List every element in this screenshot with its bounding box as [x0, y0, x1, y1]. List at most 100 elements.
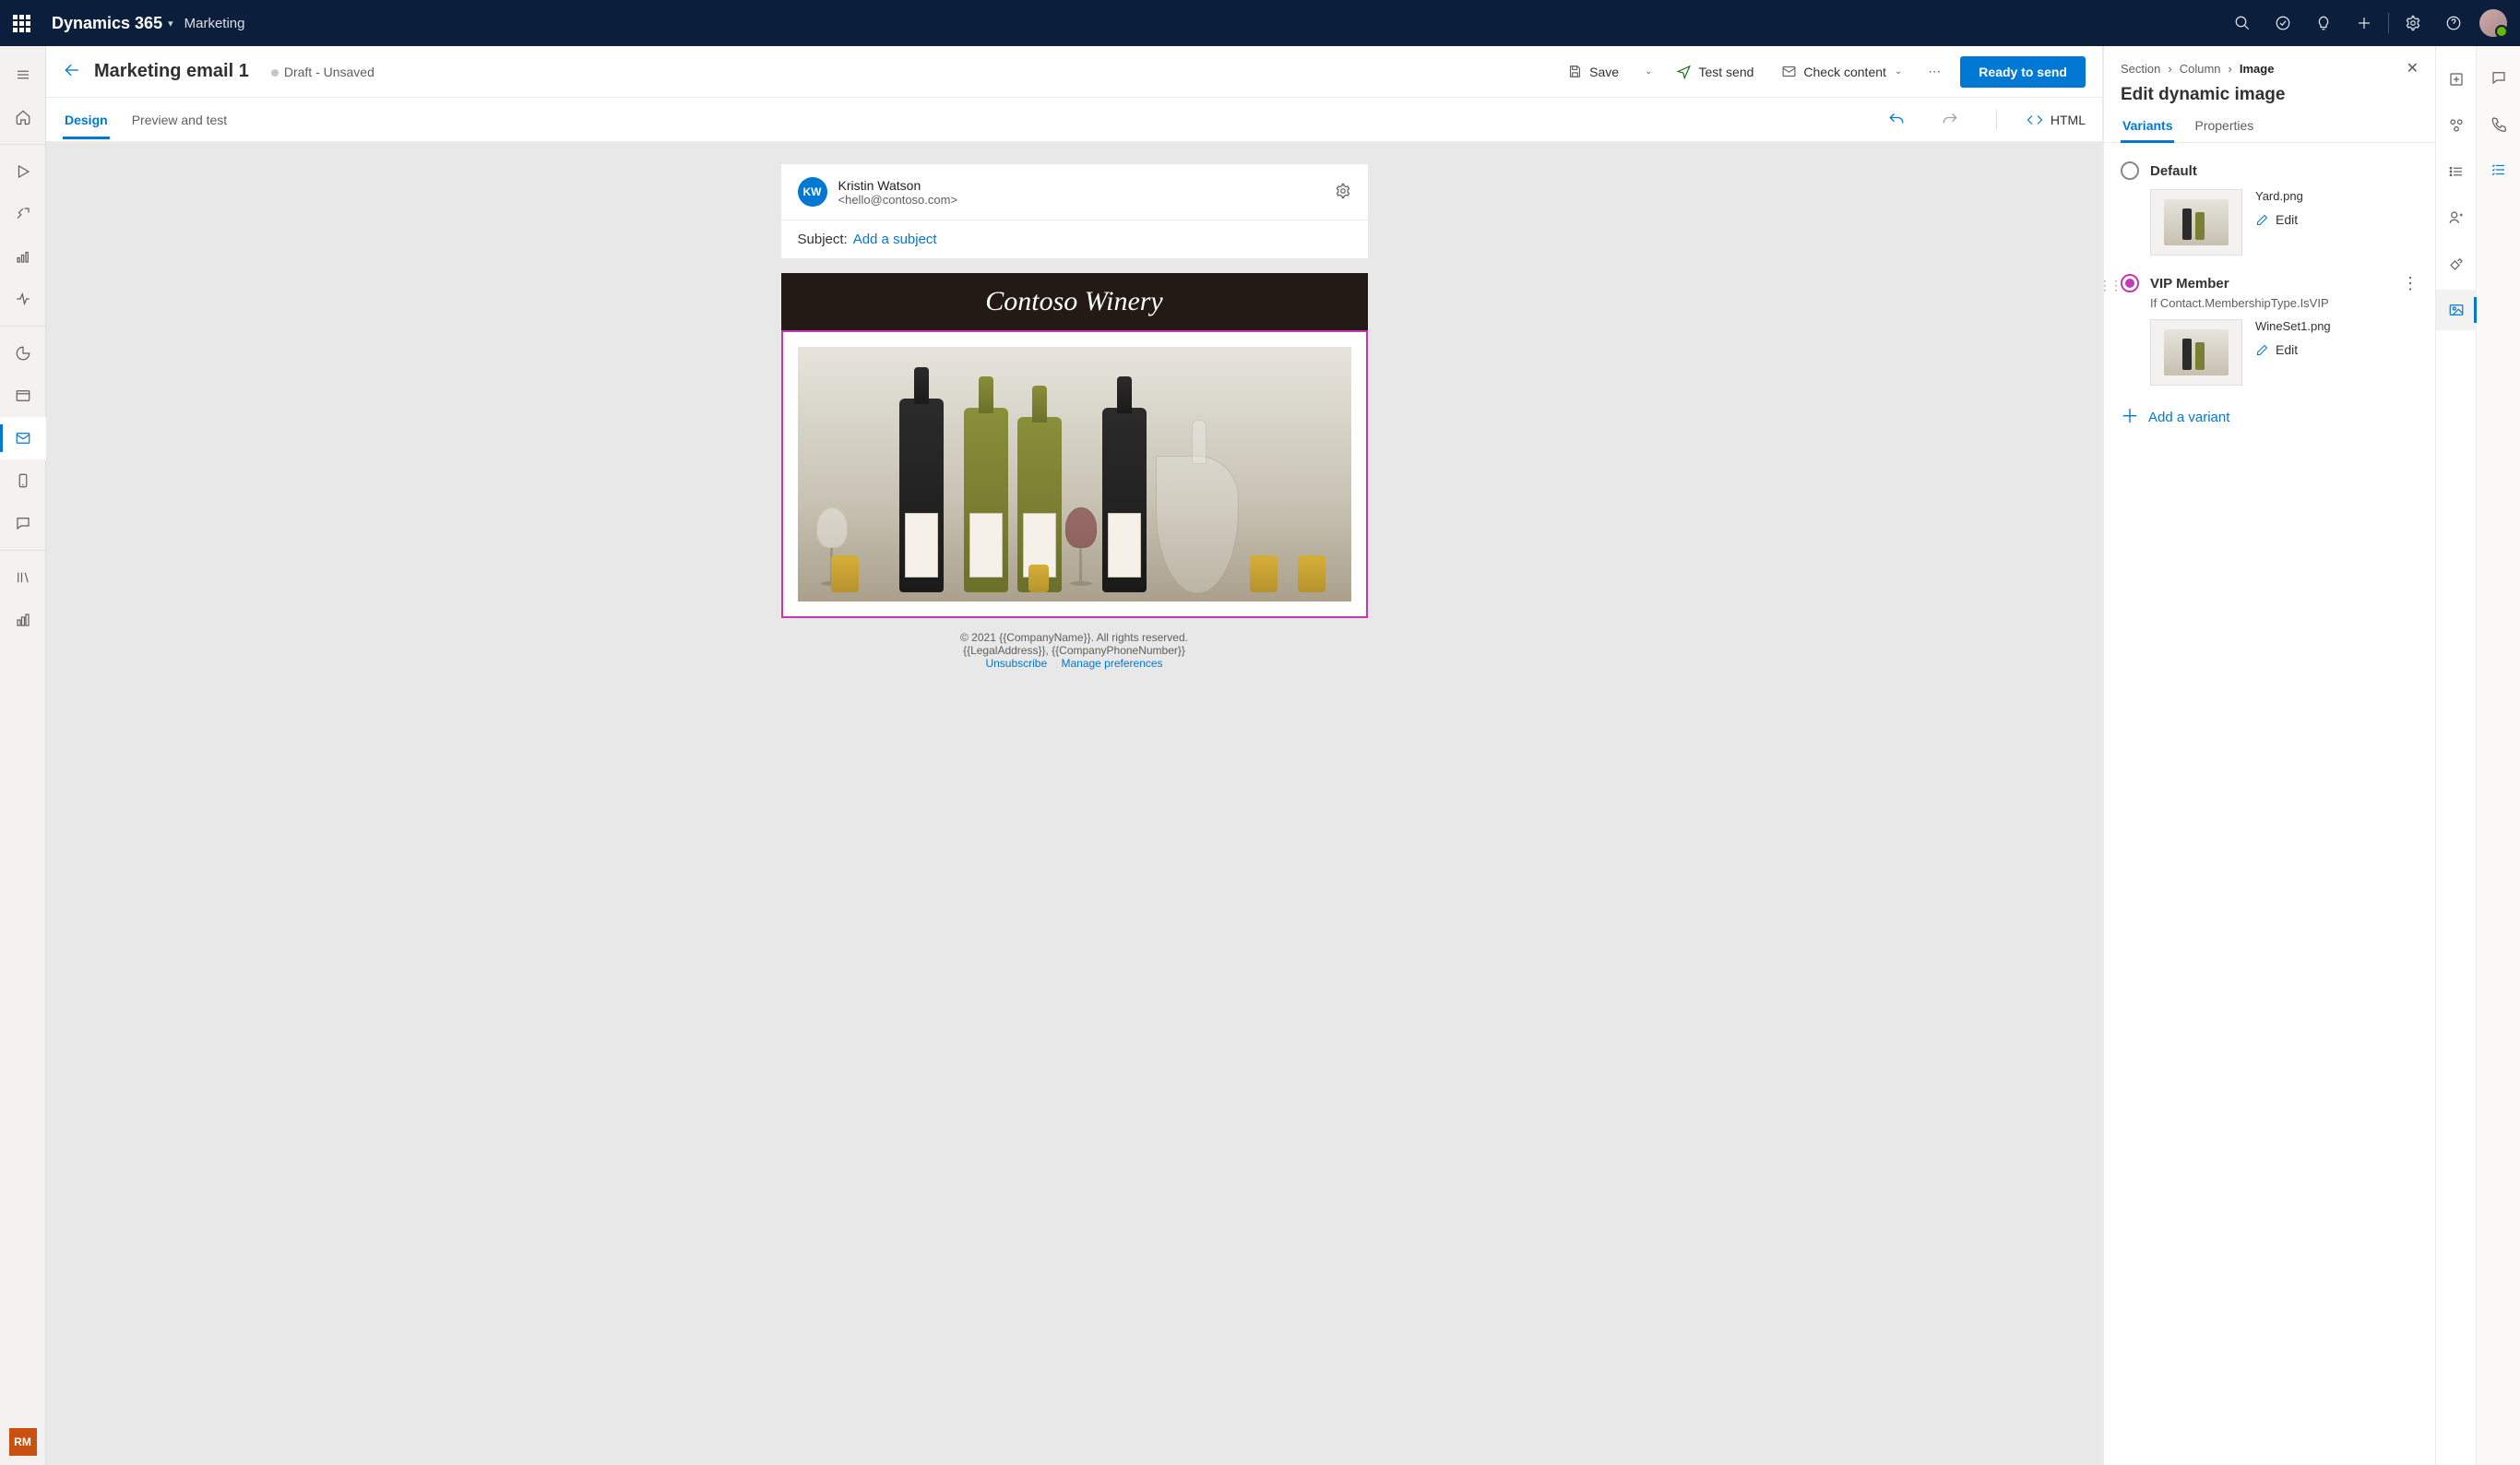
radio-unchecked-icon[interactable] — [2121, 161, 2139, 180]
email-header: KW Kristin Watson <hello@contoso.com> — [781, 164, 1368, 220]
search-icon[interactable] — [2222, 0, 2263, 46]
variant-more-icon[interactable]: ⋮ — [2402, 274, 2419, 293]
area-name[interactable]: Marketing — [184, 16, 245, 31]
designer-tabs: Design Preview and test HTML — [46, 98, 2102, 142]
nav-triggers-icon[interactable] — [0, 278, 46, 320]
add-variant-label: Add a variant — [2148, 410, 2229, 425]
panel-title: Edit dynamic image — [2104, 77, 2435, 109]
hero-image-placeholder — [798, 347, 1351, 601]
tab-design[interactable]: Design — [63, 101, 110, 138]
nav-chat-icon[interactable] — [0, 502, 46, 544]
variant-filename: WineSet1.png — [2255, 319, 2331, 333]
assist-rail — [2476, 46, 2520, 1465]
variant-default[interactable]: Default Yard.png Edit — [2104, 152, 2435, 265]
chevron-right-icon: › — [2229, 62, 2232, 76]
left-nav-rail: RM — [0, 46, 46, 1465]
tool-elements-icon[interactable] — [2436, 105, 2477, 146]
selected-image-block[interactable] — [781, 330, 1368, 618]
edit-label: Edit — [2276, 212, 2298, 227]
close-panel-button[interactable]: ✕ — [2407, 59, 2419, 77]
subject-row[interactable]: Subject: Add a subject — [781, 220, 1368, 258]
home-icon[interactable] — [0, 96, 46, 138]
designer-tool-rail — [2435, 46, 2476, 1465]
status-indicator: Draft - Unsaved — [271, 65, 374, 79]
lightbulb-icon[interactable] — [2303, 0, 2344, 46]
nav-reports-icon[interactable] — [0, 599, 46, 641]
tool-list-icon[interactable] — [2436, 151, 2477, 192]
nav-library-icon[interactable] — [0, 556, 46, 599]
breadcrumb: Section › Column › Image ✕ — [2104, 46, 2435, 77]
crumb-column[interactable]: Column — [2180, 62, 2221, 76]
assist-tasks-icon[interactable] — [2477, 149, 2520, 190]
variants-list: Default Yard.png Edit — [2104, 143, 2435, 448]
task-check-icon[interactable] — [2263, 0, 2303, 46]
variant-vip-member[interactable]: ⋮⋮ ⋮ VIP Member If Contact.MembershipTyp… — [2104, 265, 2435, 395]
sender-avatar: KW — [798, 177, 827, 207]
save-label: Save — [1589, 65, 1619, 79]
subject-label: Subject: — [798, 232, 848, 247]
add-subject-link[interactable]: Add a subject — [853, 232, 937, 247]
app-launcher-icon[interactable] — [13, 15, 33, 32]
hamburger-icon[interactable] — [0, 54, 46, 96]
nav-mobile-icon[interactable] — [0, 459, 46, 502]
footer-line2: {{LegalAddress}}, {{CompanyPhoneNumber}} — [781, 644, 1368, 657]
radio-checked-icon[interactable] — [2121, 274, 2139, 292]
tab-preview[interactable]: Preview and test — [130, 101, 230, 138]
command-bar: Marketing email 1 Draft - Unsaved Save ⌄… — [46, 46, 2102, 98]
variant-thumbnail[interactable] — [2150, 319, 2242, 386]
edit-variant-button[interactable]: Edit — [2255, 342, 2331, 357]
user-avatar[interactable] — [2479, 9, 2507, 37]
add-icon[interactable] — [2344, 0, 2384, 46]
redo-icon[interactable] — [1933, 103, 1967, 137]
properties-panel: Section › Column › Image ✕ Edit dynamic … — [2103, 46, 2435, 1465]
ready-to-send-button[interactable]: Ready to send — [1960, 56, 2086, 88]
unsubscribe-link[interactable]: Unsubscribe — [985, 657, 1047, 670]
chevron-right-icon: › — [2168, 62, 2171, 76]
nav-journey-icon[interactable] — [0, 193, 46, 235]
add-variant-button[interactable]: ＋ Add a variant — [2104, 395, 2435, 439]
manage-preferences-link[interactable]: Manage preferences — [1061, 657, 1162, 670]
nav-analytics-icon[interactable] — [0, 332, 46, 375]
variant-thumbnail[interactable] — [2150, 189, 2242, 256]
html-label: HTML — [2050, 113, 2086, 127]
assist-phone-icon[interactable] — [2477, 103, 2520, 144]
tab-properties[interactable]: Properties — [2193, 109, 2255, 142]
variant-name: Default — [2150, 163, 2197, 179]
more-commands-button[interactable]: ⋯ — [1922, 60, 1947, 83]
check-content-button[interactable]: Check content ⌄ — [1774, 58, 1909, 85]
tool-styles-icon[interactable] — [2436, 244, 2477, 284]
help-icon[interactable] — [2433, 0, 2474, 46]
tool-image-icon[interactable] — [2436, 290, 2477, 330]
save-button[interactable]: Save — [1560, 58, 1626, 85]
variant-filename: Yard.png — [2255, 189, 2303, 203]
email-canvas[interactable]: KW Kristin Watson <hello@contoso.com> Su… — [46, 142, 2102, 1465]
tab-variants[interactable]: Variants — [2121, 109, 2174, 142]
test-send-button[interactable]: Test send — [1669, 58, 1761, 85]
area-switcher-badge[interactable]: RM — [9, 1428, 37, 1456]
plus-icon: ＋ — [2121, 408, 2139, 426]
undo-icon[interactable] — [1880, 103, 1913, 137]
drag-handle-icon[interactable]: ⋮⋮ — [2104, 278, 2121, 293]
edit-variant-button[interactable]: Edit — [2255, 212, 2303, 227]
email-settings-icon[interactable] — [1335, 183, 1351, 202]
edit-label: Edit — [2276, 342, 2298, 357]
email-banner[interactable]: Contoso Winery — [781, 273, 1368, 330]
check-content-label: Check content — [1803, 65, 1886, 79]
product-name[interactable]: Dynamics 365 — [52, 14, 162, 33]
back-button[interactable] — [63, 61, 81, 82]
tool-add-icon[interactable] — [2436, 59, 2477, 100]
chevron-down-icon[interactable]: ▾ — [168, 18, 173, 30]
nav-assets-icon[interactable] — [0, 375, 46, 417]
email-footer: © 2021 {{CompanyName}}. All rights reser… — [781, 618, 1368, 675]
global-header: Dynamics 365 ▾ Marketing — [0, 0, 2520, 46]
tool-personalize-icon[interactable] — [2436, 197, 2477, 238]
assist-chat-icon[interactable] — [2477, 57, 2520, 98]
html-view-button[interactable]: HTML — [2027, 112, 2086, 128]
nav-email-icon[interactable] — [0, 417, 46, 459]
settings-icon[interactable] — [2393, 0, 2433, 46]
nav-segments-icon[interactable] — [0, 235, 46, 278]
save-chevron[interactable]: ⌄ — [1639, 61, 1656, 82]
crumb-section[interactable]: Section — [2121, 62, 2160, 76]
crumb-image: Image — [2240, 62, 2275, 76]
nav-play-icon[interactable] — [0, 150, 46, 193]
